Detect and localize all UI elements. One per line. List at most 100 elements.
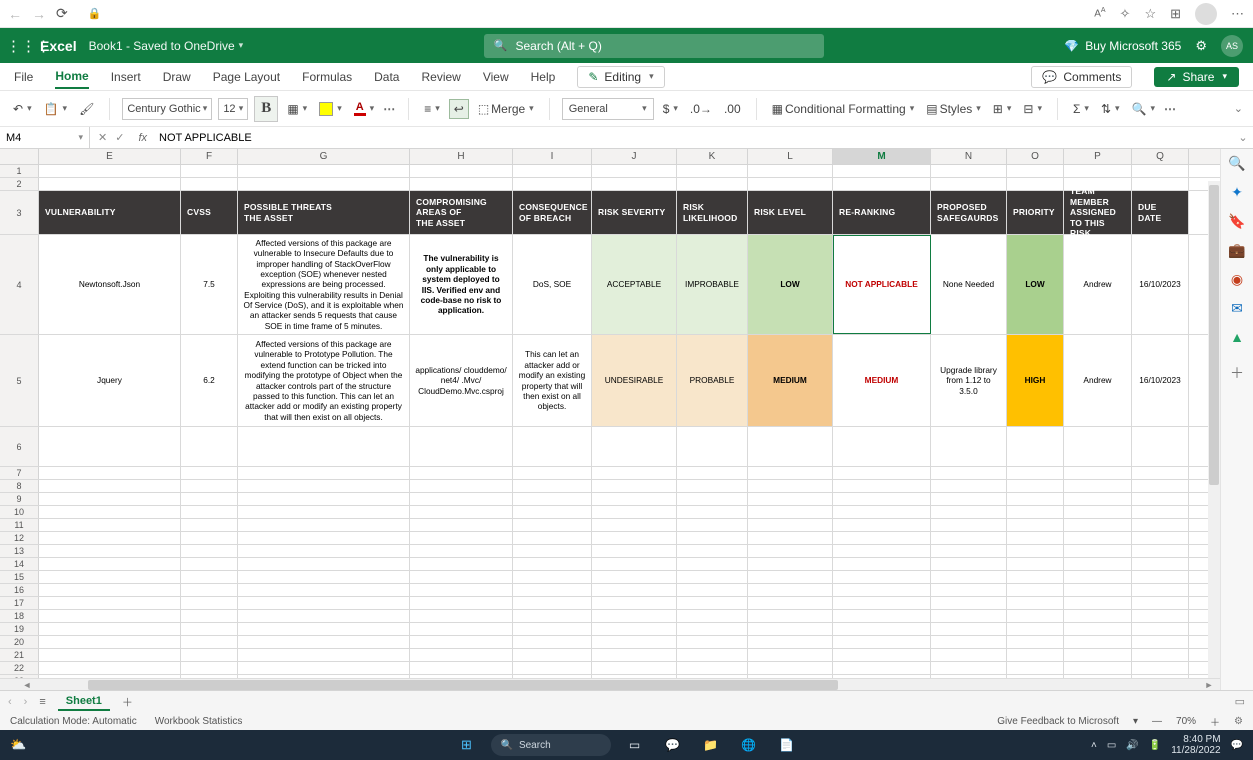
cell[interactable] bbox=[238, 571, 410, 583]
cell[interactable] bbox=[513, 545, 592, 557]
collections-icon[interactable]: ⊞ bbox=[1170, 6, 1181, 22]
file-explorer-icon[interactable]: 📁 bbox=[697, 734, 725, 756]
zoom-out-icon[interactable]: — bbox=[1152, 716, 1162, 727]
cell[interactable] bbox=[513, 493, 592, 505]
cell[interactable] bbox=[1007, 597, 1064, 609]
sheet-next-icon[interactable]: › bbox=[24, 696, 28, 708]
cell[interactable] bbox=[238, 558, 410, 570]
cell[interactable] bbox=[39, 480, 181, 492]
zoom-in-icon[interactable]: ＋ bbox=[1210, 714, 1220, 729]
table-row[interactable]: 4Newtonsoft.Json7.5Affected versions of … bbox=[0, 235, 1220, 335]
cell[interactable] bbox=[39, 506, 181, 518]
font-more-button[interactable]: ⋯ bbox=[383, 102, 396, 116]
table-row[interactable]: 13 bbox=[0, 545, 1220, 558]
col-header[interactable]: Q bbox=[1132, 149, 1189, 164]
cell[interactable] bbox=[677, 178, 748, 190]
office-icon[interactable]: ◉ bbox=[1231, 271, 1243, 288]
cell[interactable] bbox=[513, 532, 592, 544]
cell[interactable] bbox=[410, 467, 513, 479]
taskbar-search[interactable]: 🔍Search bbox=[491, 734, 611, 756]
cell[interactable] bbox=[410, 597, 513, 609]
styles-button[interactable]: ▤ Styles▾ bbox=[923, 100, 984, 118]
cell[interactable] bbox=[238, 597, 410, 609]
cell[interactable] bbox=[39, 610, 181, 622]
cell[interactable] bbox=[748, 571, 833, 583]
conditional-formatting-button[interactable]: ▦ Conditional Formatting▾ bbox=[769, 100, 918, 118]
cell[interactable] bbox=[1132, 636, 1189, 648]
cell[interactable] bbox=[1064, 571, 1132, 583]
cell[interactable] bbox=[181, 623, 238, 635]
refresh-icon[interactable]: ⟳ bbox=[56, 5, 68, 22]
formula-input[interactable]: NOT APPLICABLE bbox=[153, 127, 1233, 148]
cell[interactable] bbox=[1007, 584, 1064, 596]
cell[interactable]: Newtonsoft.Json bbox=[39, 235, 181, 334]
row-header[interactable]: 2 bbox=[0, 178, 39, 190]
table-row[interactable]: 18 bbox=[0, 610, 1220, 623]
find-button[interactable]: 🔍▾ bbox=[1129, 100, 1158, 118]
cell[interactable] bbox=[931, 519, 1007, 531]
comments-button[interactable]: 💬Comments bbox=[1031, 66, 1132, 88]
cell[interactable] bbox=[181, 467, 238, 479]
zoom-level[interactable]: 70% bbox=[1176, 716, 1196, 727]
cell[interactable] bbox=[513, 178, 592, 190]
row-header[interactable]: 14 bbox=[0, 558, 39, 570]
cell[interactable] bbox=[181, 532, 238, 544]
cell[interactable] bbox=[1064, 532, 1132, 544]
font-color-button[interactable]: A▾ bbox=[351, 99, 377, 118]
cell[interactable] bbox=[513, 519, 592, 531]
briefcase-icon[interactable]: 💼 bbox=[1228, 242, 1245, 259]
cell[interactable] bbox=[1064, 597, 1132, 609]
header-cell[interactable]: RISK LIKELIHOOD bbox=[677, 191, 748, 234]
cell[interactable] bbox=[748, 558, 833, 570]
cell[interactable] bbox=[410, 178, 513, 190]
cell[interactable]: PROBABLE bbox=[677, 335, 748, 426]
cell[interactable] bbox=[238, 662, 410, 674]
cell[interactable] bbox=[1132, 649, 1189, 661]
table-row[interactable]: 22 bbox=[0, 662, 1220, 675]
cell[interactable]: This can let an attacker add or modify a… bbox=[513, 335, 592, 426]
more-icon[interactable]: ⋯ bbox=[1231, 6, 1245, 22]
cell[interactable] bbox=[677, 584, 748, 596]
cell[interactable] bbox=[410, 610, 513, 622]
row-header[interactable]: 22 bbox=[0, 662, 39, 674]
cell[interactable] bbox=[1007, 493, 1064, 505]
cell[interactable] bbox=[1007, 662, 1064, 674]
app-tile-icon[interactable]: ▲ bbox=[1230, 329, 1244, 345]
cell[interactable] bbox=[931, 584, 1007, 596]
cell[interactable] bbox=[238, 636, 410, 648]
cell[interactable] bbox=[513, 623, 592, 635]
cell[interactable]: 7.5 bbox=[181, 235, 238, 334]
autosum-button[interactable]: Σ▾ bbox=[1070, 100, 1092, 118]
table-row[interactable]: 11 bbox=[0, 519, 1220, 532]
cell[interactable] bbox=[592, 480, 677, 492]
cell[interactable] bbox=[1007, 558, 1064, 570]
cell[interactable] bbox=[931, 506, 1007, 518]
cell[interactable] bbox=[513, 480, 592, 492]
cell[interactable] bbox=[181, 636, 238, 648]
cell[interactable] bbox=[677, 467, 748, 479]
present-icon[interactable]: ▭ bbox=[1235, 695, 1245, 708]
cell[interactable] bbox=[39, 519, 181, 531]
favorites-star-icon[interactable]: ✧ bbox=[1120, 6, 1131, 22]
header-cell[interactable]: PROPOSED SAFEGAURDS bbox=[931, 191, 1007, 234]
cell[interactable] bbox=[592, 623, 677, 635]
table-header-row[interactable]: 3VULNERABILITYCVSSPOSSIBLE THREATSTHE AS… bbox=[0, 191, 1220, 235]
cell[interactable] bbox=[592, 532, 677, 544]
notifications-icon[interactable]: 💬 bbox=[1231, 740, 1243, 751]
cell[interactable] bbox=[39, 545, 181, 557]
cell[interactable] bbox=[513, 584, 592, 596]
volume-icon[interactable]: 🔊 bbox=[1126, 740, 1138, 751]
table-row[interactable]: 6 bbox=[0, 427, 1220, 467]
tab-page-layout[interactable]: Page Layout bbox=[213, 66, 280, 88]
header-cell[interactable]: CONSEQUENCE OF BREACH bbox=[513, 191, 592, 234]
cell[interactable] bbox=[513, 165, 592, 177]
cell[interactable] bbox=[1064, 649, 1132, 661]
cell[interactable] bbox=[181, 610, 238, 622]
cell[interactable] bbox=[238, 623, 410, 635]
cell[interactable] bbox=[592, 493, 677, 505]
cell[interactable] bbox=[410, 623, 513, 635]
cell[interactable]: 16/10/2023 bbox=[1132, 235, 1189, 334]
cell[interactable] bbox=[931, 649, 1007, 661]
cell[interactable] bbox=[1132, 623, 1189, 635]
cell[interactable] bbox=[1007, 480, 1064, 492]
